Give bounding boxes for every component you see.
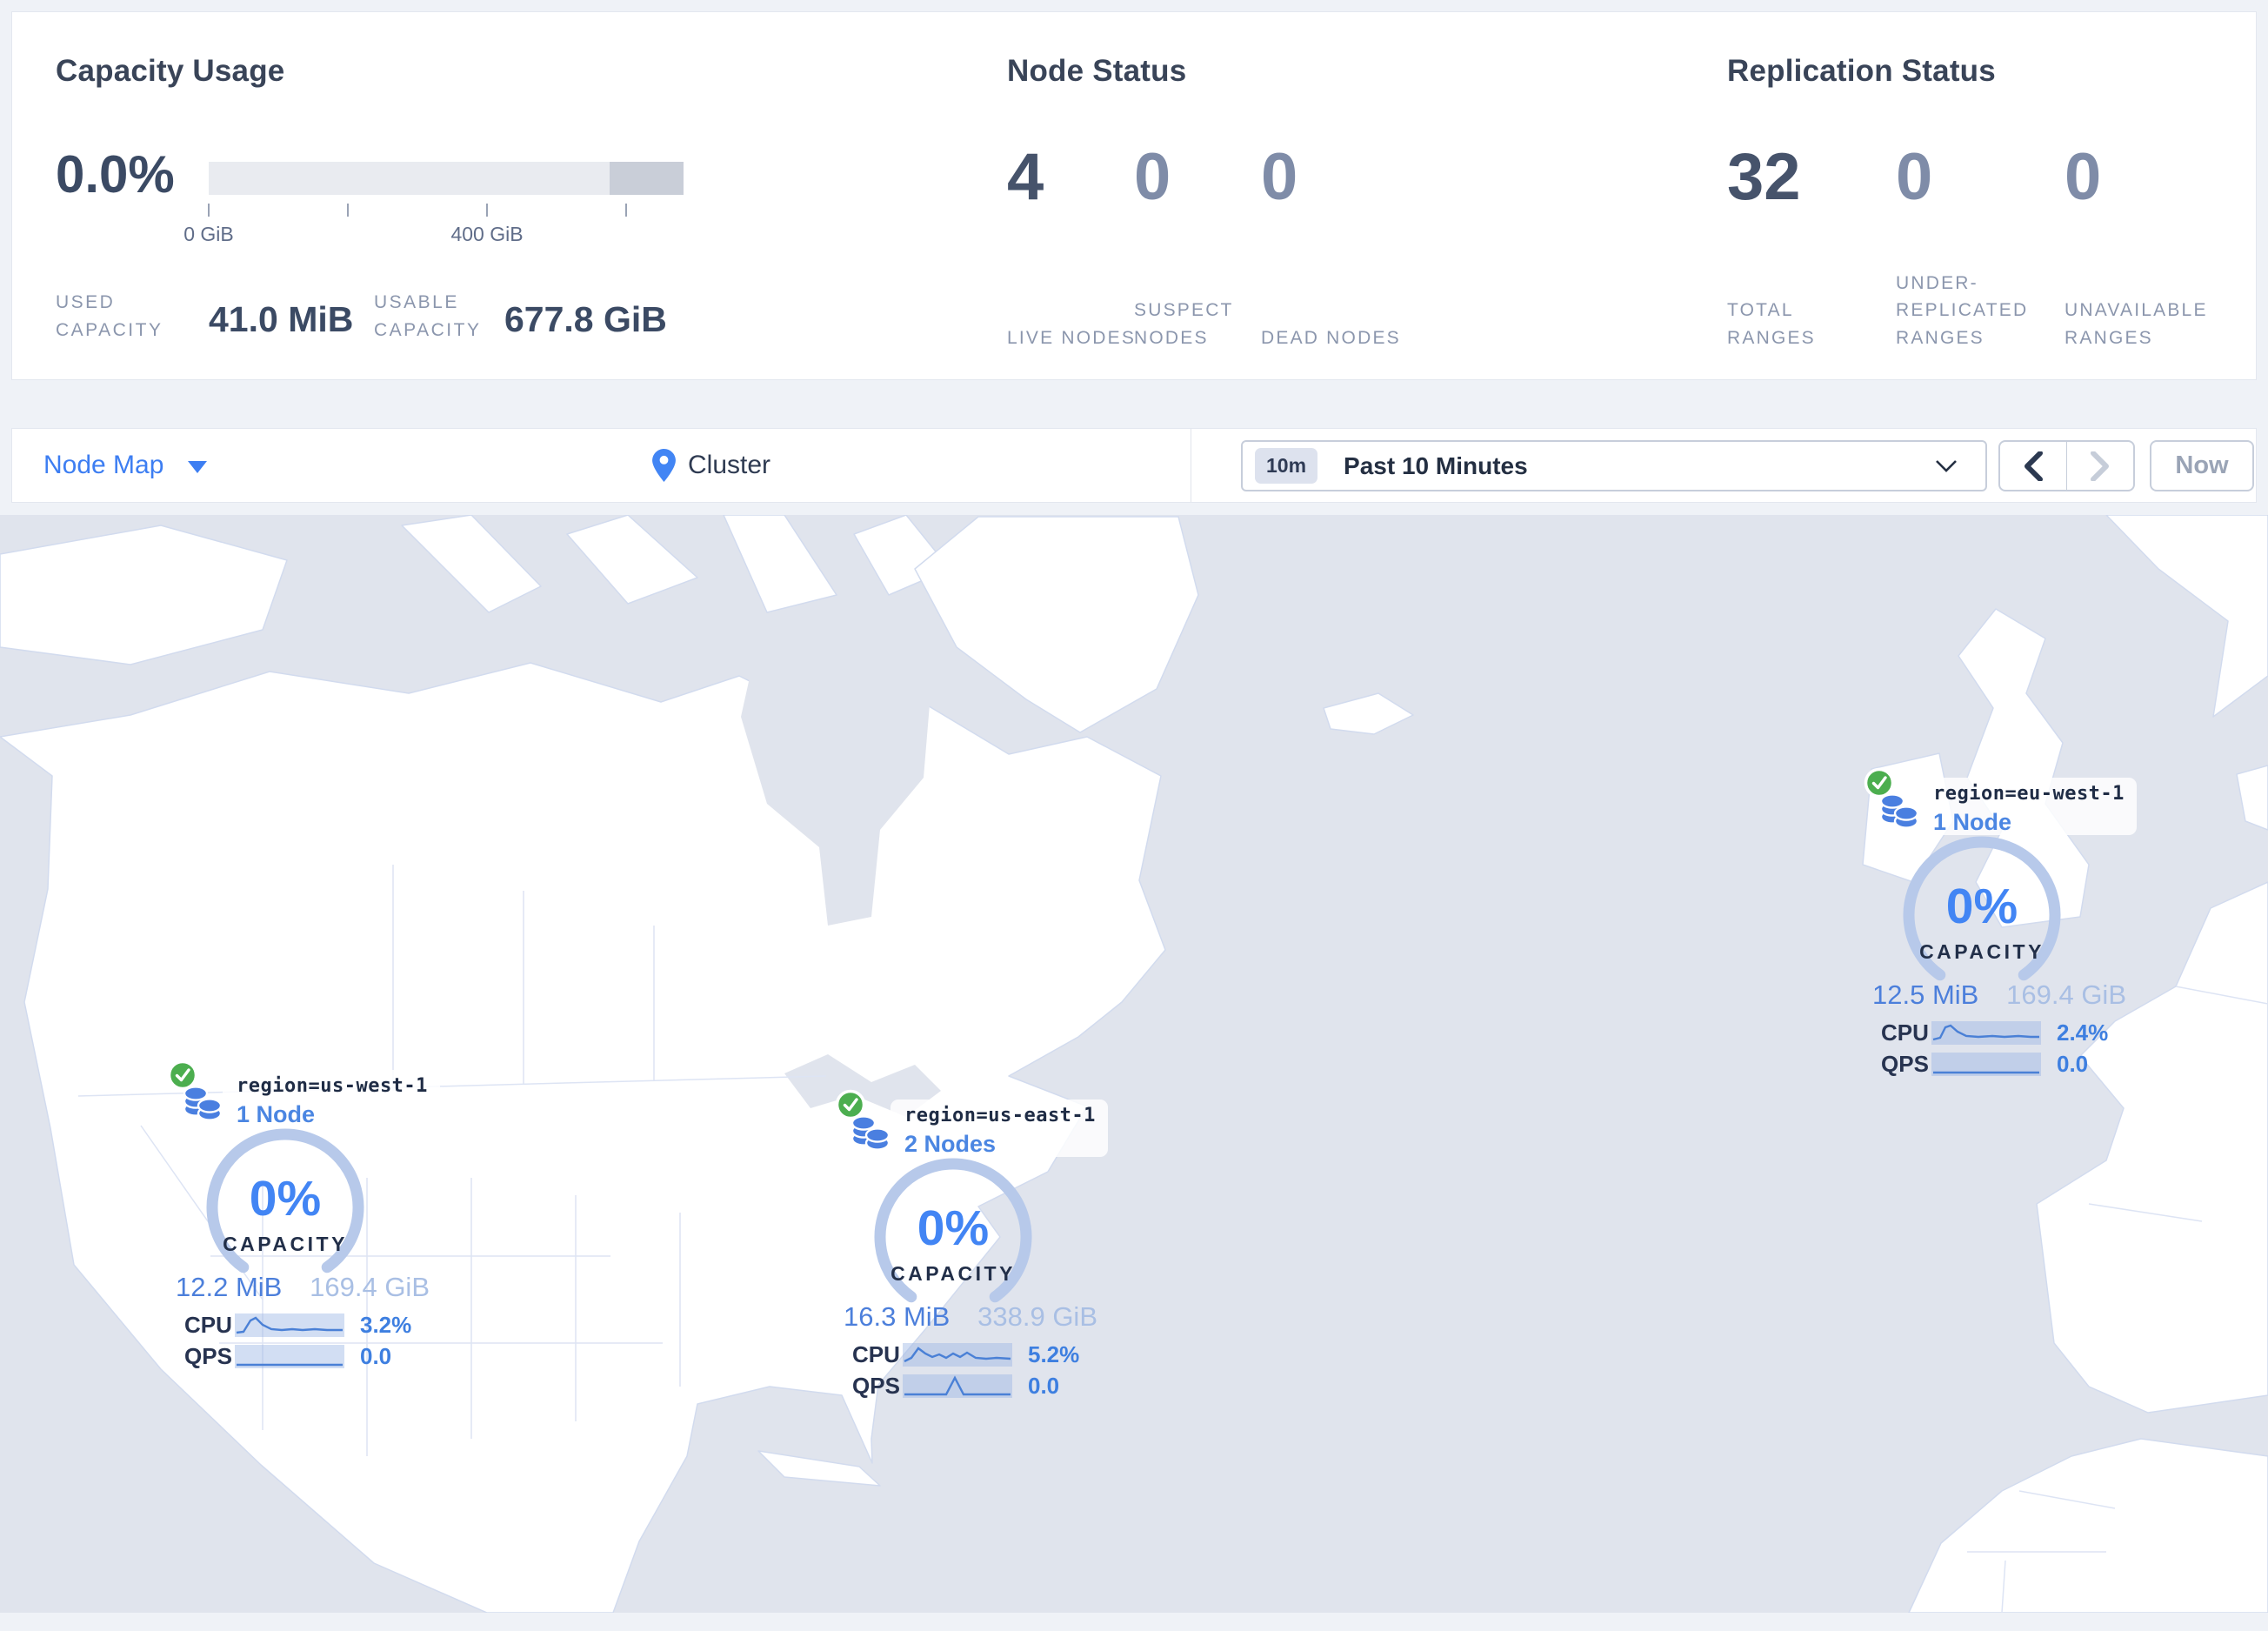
database-icon [1879,793,1919,829]
stat-label: LIVE NODES [1007,327,1137,348]
capacity-axis-tick [347,204,349,217]
page: { "summary": { "capacity": { "title": "C… [0,0,2268,1631]
previous-time-button[interactable] [2000,442,2067,490]
gauge-capacity-label: CAPACITY [223,1233,348,1255]
database-icon [850,1115,891,1151]
node-status-stats: 4 LIVE NODES 0 SUSPECT NODES 0 DEAD NODE… [1007,140,1399,351]
region-used-capacity: 12.2 MiB [176,1272,283,1302]
cluster-breadcrumb[interactable]: Cluster [652,429,770,502]
cpu-label: CPU [184,1311,232,1338]
region-marker-us-west-1[interactable]: region=us-west-1 1 Node 0% CAPACITY 12.2… [167,1058,440,1380]
gauge-capacity-label: CAPACITY [891,1262,1016,1285]
qps-label: QPS [852,1372,900,1399]
breadcrumb-label: Cluster [688,451,771,479]
usable-capacity-label: USABLE CAPACITY [374,292,482,340]
qps-label: QPS [184,1342,232,1369]
node-map-view-selector[interactable]: Node Map [43,429,208,502]
database-icon [183,1086,223,1121]
capacity-tick-label-0: 0 GiB [183,223,234,245]
region-marker-us-east-1[interactable]: region=us-east-1 2 Nodes 0% CAPACITY 16.… [835,1087,1108,1409]
region-marker-eu-west-1[interactable]: region=eu-west-1 1 Node 0% CAPACITY 12.5… [1864,765,2137,1087]
chevron-right-icon [2091,451,2109,481]
region-name: region=us-west-1 [237,1075,428,1097]
used-capacity-value: 41.0 MiB [209,299,354,339]
cpu-label: CPU [1881,1019,1929,1046]
cpu-sparkline [903,1342,1012,1367]
capacity-axis-tick [208,204,210,217]
stat-label: SUSPECT NODES [1134,300,1234,348]
dead-nodes-stat: 0 DEAD NODES [1261,140,1399,351]
live-nodes-stat: 4 LIVE NODES [1007,144,1134,351]
capacity-bar [209,162,684,195]
qps-value: 0.0 [1028,1372,1060,1399]
stat-value: 0 [1896,140,1933,214]
qps-value: 0.0 [2057,1050,2089,1077]
cpu-label: CPU [852,1340,900,1367]
time-step-buttons [1998,440,2135,491]
region-name: region=eu-west-1 [1933,783,2125,805]
capacity-gauge-text: 0% CAPACITY [198,1120,372,1294]
stat-value: 0 [1261,140,1298,214]
capacity-tick-label-400: 400 GiB [450,223,524,245]
capacity-percent: 0.0% [56,145,175,204]
capacity-usage-title: Capacity Usage [56,54,285,88]
capacity-bar-reserved-segment [610,162,684,195]
stat-label: UNAVAILABLE RANGES [2065,300,2208,348]
qps-sparkline [235,1344,344,1368]
capacity-axis-tick [625,204,627,217]
replication-status-title: Replication Status [1727,54,1996,88]
stat-label: UNDER-REPLICATED RANGES [1896,272,2029,348]
gauge-capacity-label: CAPACITY [1919,940,2045,963]
view-selector-label: Node Map [43,451,164,479]
gauge-percent: 0% [249,1171,322,1227]
cpu-sparkline [1931,1020,2041,1045]
stat-label: DEAD NODES [1261,327,1401,348]
next-time-button[interactable] [2067,442,2133,490]
time-range-label: Past 10 Minutes [1344,451,1528,479]
location-pin-icon [652,449,676,482]
used-capacity-label: USED CAPACITY [56,292,163,340]
cpu-value: 3.2% [360,1311,412,1338]
chevron-down-icon [1936,460,1957,472]
now-button[interactable]: Now [2150,440,2254,491]
region-total-capacity: 338.9 GiB [977,1301,1097,1332]
time-range-selector[interactable]: 10m Past 10 Minutes [1241,440,1987,491]
region-total-capacity: 169.4 GiB [310,1272,430,1302]
region-name: region=us-east-1 [904,1105,1096,1126]
region-used-capacity: 16.3 MiB [844,1301,951,1332]
cpu-value: 5.2% [1028,1340,1080,1367]
stat-value: 32 [1727,140,1801,214]
stat-value: 0 [1134,140,1171,214]
stat-value: 4 [1007,140,1044,214]
time-range-badge: 10m [1255,448,1318,484]
qps-label: QPS [1881,1050,1929,1077]
cpu-sparkline [235,1313,344,1337]
node-status-title: Node Status [1007,54,1187,88]
view-toolbar: Node Map Cluster 10m Past 10 Minutes Now [11,428,2257,503]
unavailable-ranges-stat: 0 UNAVAILABLE RANGES [2065,144,2233,351]
qps-value: 0.0 [360,1342,392,1369]
chevron-left-icon [2025,451,2043,481]
node-map: region=us-west-1 1 Node 0% CAPACITY 12.2… [0,515,2268,1613]
region-total-capacity: 169.4 GiB [2006,979,2126,1010]
capacity-axis-tick [486,204,488,217]
gauge-percent: 0% [917,1200,990,1256]
gauge-percent: 0% [1945,879,2018,934]
cluster-summary-panel: Capacity Usage 0.0% 0 GiB 400 GiB USED C… [11,11,2257,380]
qps-sparkline [1931,1052,2041,1076]
suspect-nodes-stat: 0 SUSPECT NODES [1134,144,1261,351]
region-used-capacity: 12.5 MiB [1872,979,1979,1010]
under-replicated-ranges-stat: 0 UNDER-REPLICATED RANGES [1896,144,2065,351]
qps-sparkline [903,1374,1012,1398]
caret-down-icon [188,461,208,473]
capacity-gauge-text: 0% CAPACITY [1895,828,2069,1002]
total-ranges-stat: 32 TOTAL RANGES [1727,144,1896,351]
stat-label: TOTAL RANGES [1727,300,1816,348]
capacity-gauge-text: 0% CAPACITY [866,1150,1040,1324]
stat-value: 0 [2065,140,2102,214]
usable-capacity-value: 677.8 GiB [504,299,667,339]
replication-status-stats: 32 TOTAL RANGES 0 UNDER-REPLICATED RANGE… [1727,144,2233,351]
cpu-value: 2.4% [2057,1019,2109,1046]
